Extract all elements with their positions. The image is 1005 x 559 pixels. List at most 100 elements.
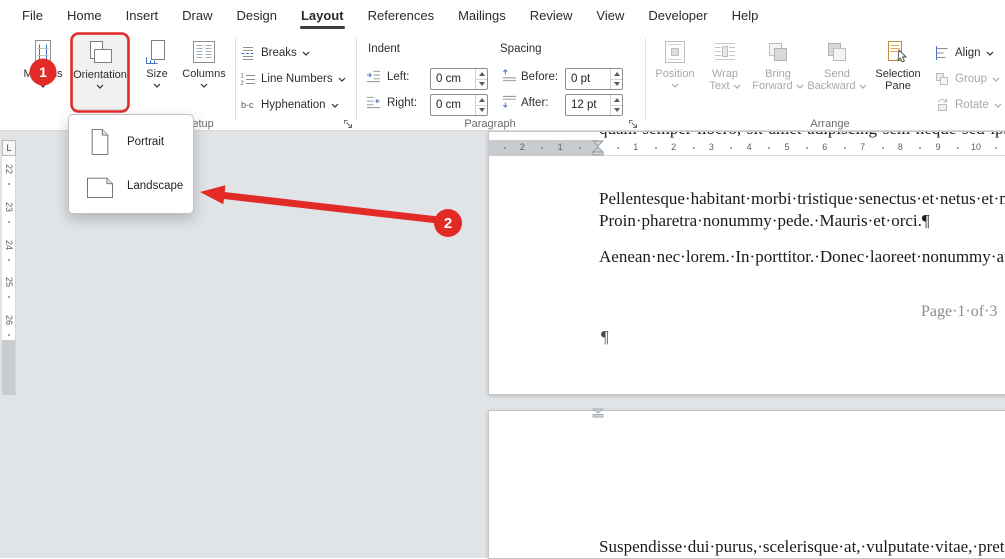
document-text-line[interactable]: Aenean·nec·lorem.·In·porttitor.·Donec·la… xyxy=(599,247,1005,267)
svg-text:2: 2 xyxy=(241,81,245,87)
spacing-after-value[interactable]: 12 pt xyxy=(566,95,610,115)
down-arrow-icon xyxy=(478,82,485,87)
indent-right-icon xyxy=(366,96,381,109)
ruler-tick xyxy=(8,296,10,299)
chevron-down-icon xyxy=(796,84,804,89)
up-arrow-icon xyxy=(613,97,620,102)
stepper-up-button[interactable] xyxy=(611,69,622,80)
group-separator xyxy=(356,38,357,120)
ruler-tick xyxy=(8,334,10,337)
ruler-number: 2 xyxy=(671,142,677,152)
ruler-number: 7 xyxy=(860,142,866,152)
chevron-down-icon xyxy=(200,83,208,88)
margins-label: Margins xyxy=(23,68,63,80)
document-page-2[interactable]: Suspendisse·dui·purus,·scelerisque·at,·v… xyxy=(488,410,1005,559)
size-button[interactable]: Size xyxy=(138,34,176,110)
ruler-number: 10 xyxy=(970,142,982,152)
tab-draw[interactable]: Draw xyxy=(170,0,224,30)
document-text-line[interactable]: Proin·pharetra·nonummy·pede.·Mauris·et·o… xyxy=(599,211,930,231)
ruler-number: 4 xyxy=(746,142,752,152)
page-break-icon xyxy=(241,47,254,60)
ruler-number: 2 xyxy=(519,142,525,152)
tab-layout[interactable]: Layout xyxy=(289,0,356,30)
landscape-page-icon xyxy=(87,177,113,198)
document-text: quam·semper·libero,·sit·amet·adipiscing·… xyxy=(599,132,1005,139)
indent-left-stepper[interactable]: 0 cm xyxy=(430,68,488,90)
ruler-number: 26 xyxy=(4,315,15,326)
indent-right-stepper[interactable]: 0 cm xyxy=(430,94,488,116)
tab-developer[interactable]: Developer xyxy=(636,0,719,30)
tab-help[interactable]: Help xyxy=(720,0,771,30)
tab-stop-selector[interactable]: L xyxy=(2,140,16,156)
indent-left-value[interactable]: 0 cm xyxy=(431,69,475,89)
chevron-down-icon xyxy=(153,83,161,88)
send-backward-button[interactable]: Send Backward xyxy=(807,34,867,110)
menu-item-portrait[interactable]: Portrait xyxy=(69,120,193,164)
bring-forward-label-line1: Bring xyxy=(765,68,791,80)
indent-right-value[interactable]: 0 cm xyxy=(431,95,475,115)
margin-indent-marker[interactable] xyxy=(591,140,605,156)
stepper-down-button[interactable] xyxy=(611,106,622,116)
align-button[interactable]: Align xyxy=(934,42,994,64)
line-numbers-button[interactable]: 1 2 Line Numbers xyxy=(240,68,346,90)
portrait-label: Portrait xyxy=(127,136,165,148)
ruler-tick xyxy=(805,147,808,149)
selection-pane-button[interactable]: Selection Pane xyxy=(872,34,924,110)
tab-mailings[interactable]: Mailings xyxy=(446,0,518,30)
stepper-down-button[interactable] xyxy=(611,80,622,90)
tab-insert[interactable]: Insert xyxy=(114,0,171,30)
tab-design[interactable]: Design xyxy=(225,0,289,30)
breaks-button[interactable]: Breaks xyxy=(240,42,310,64)
bring-forward-icon xyxy=(769,43,787,61)
group-objects-label: Group xyxy=(955,73,987,85)
group-objects-button[interactable]: Group xyxy=(934,68,1000,90)
chevron-down-icon xyxy=(39,83,47,88)
menu-item-landscape[interactable]: Landscape xyxy=(69,164,193,208)
stepper-down-button[interactable] xyxy=(476,80,487,90)
chevron-down-icon xyxy=(302,51,310,56)
document-page-1[interactable]: quam·semper·libero,·sit·amet·adipiscing·… xyxy=(488,131,1005,395)
bring-forward-label-line2: Forward xyxy=(752,80,793,92)
up-arrow-icon xyxy=(613,71,620,76)
spacing-after-stepper[interactable]: 12 pt xyxy=(565,94,623,116)
down-arrow-icon xyxy=(478,108,485,113)
spacing-section-title: Spacing xyxy=(500,43,542,55)
ruler-number: 6 xyxy=(822,142,828,152)
bring-forward-button[interactable]: Bring Forward xyxy=(752,34,804,110)
page-setup-dialog-launcher[interactable] xyxy=(343,119,354,130)
tab-file[interactable]: File xyxy=(10,0,55,30)
document-text-line[interactable]: Pellentesque·habitant·morbi·tristique·se… xyxy=(599,189,1005,209)
stepper-up-button[interactable] xyxy=(476,69,487,80)
ruler-number: 24 xyxy=(4,239,15,250)
columns-button[interactable]: Columns xyxy=(180,34,228,110)
position-button[interactable]: Position xyxy=(652,34,698,110)
wrap-text-button[interactable]: Wrap Text xyxy=(702,34,748,110)
rotate-button[interactable]: Rotate xyxy=(934,94,1002,116)
spacing-before-stepper[interactable]: 0 pt xyxy=(565,68,623,90)
up-arrow-icon xyxy=(478,71,485,76)
stepper-down-button[interactable] xyxy=(476,106,487,116)
paragraph-mark[interactable]: ¶ xyxy=(601,327,609,347)
position-icon xyxy=(665,41,685,63)
stepper-up-button[interactable] xyxy=(611,95,622,106)
up-arrow-icon xyxy=(478,97,485,102)
hyphenation-button[interactable]: b-c Hyphenation xyxy=(240,94,339,116)
tab-view[interactable]: View xyxy=(584,0,636,30)
ruler-tick xyxy=(654,147,657,149)
margins-button[interactable]: Margins xyxy=(20,34,66,110)
chevron-down-icon xyxy=(331,103,339,108)
orientation-button[interactable]: Orientation xyxy=(72,34,128,110)
ruler-tick xyxy=(8,220,10,223)
indent-marker-icon[interactable] xyxy=(592,408,604,418)
tab-home[interactable]: Home xyxy=(55,0,114,30)
align-icon xyxy=(936,46,948,60)
tab-references[interactable]: References xyxy=(356,0,446,30)
ruler-number: 25 xyxy=(4,277,15,288)
page-number-field[interactable]: Page·1·of·3 xyxy=(921,303,997,321)
tab-review[interactable]: Review xyxy=(518,0,585,30)
stepper-up-button[interactable] xyxy=(476,95,487,106)
wrap-text-icon xyxy=(715,43,735,60)
document-text-line[interactable]: Suspendisse·dui·purus,·scelerisque·at,·v… xyxy=(599,537,1005,557)
spacing-before-value[interactable]: 0 pt xyxy=(566,69,610,89)
paragraph-dialog-launcher[interactable] xyxy=(628,119,639,130)
